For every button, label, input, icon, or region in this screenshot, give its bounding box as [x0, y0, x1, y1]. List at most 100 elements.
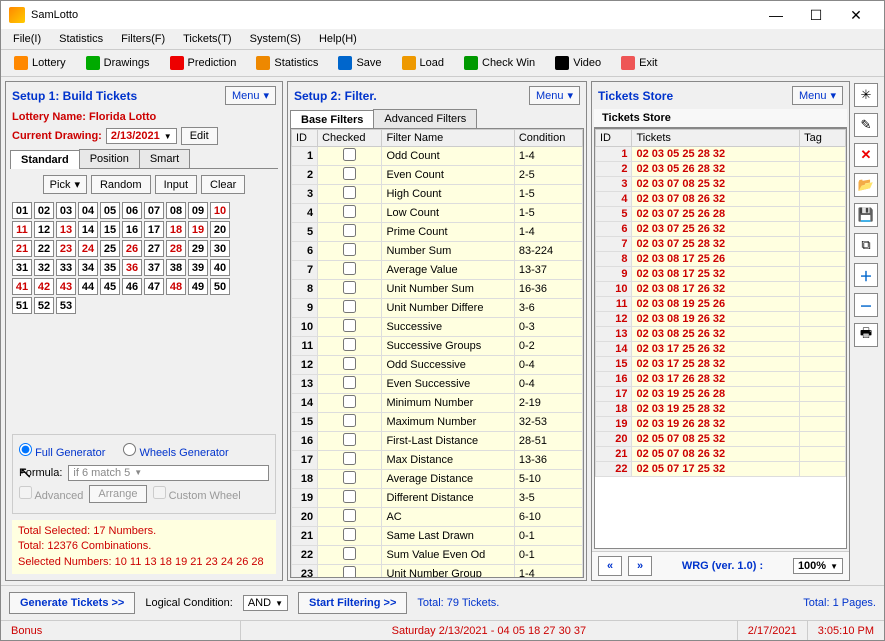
filter-checkbox[interactable]	[343, 319, 356, 332]
ticket-row[interactable]: 102 03 05 25 28 32	[596, 147, 846, 162]
side-open-icon[interactable]: 📂	[854, 173, 878, 197]
tab-position[interactable]: Position	[79, 149, 140, 168]
drawing-date-combo[interactable]: 2/13/2021▼	[106, 128, 177, 144]
filter-checkbox[interactable]	[343, 338, 356, 351]
number-24[interactable]: 24	[78, 240, 98, 257]
ticket-row[interactable]: 2102 05 07 08 26 32	[596, 447, 846, 462]
toolbar-prediction[interactable]: Prediction	[161, 52, 246, 74]
number-42[interactable]: 42	[34, 278, 54, 295]
filter-row[interactable]: 8Unit Number Sum16-36	[292, 280, 583, 299]
filter-row[interactable]: 14Minimum Number2-19	[292, 394, 583, 413]
filter-checkbox[interactable]	[343, 186, 356, 199]
side-print-icon[interactable]: 🖶	[854, 323, 878, 347]
maximize-button[interactable]: ☐	[796, 3, 836, 27]
number-18[interactable]: 18	[166, 221, 186, 238]
number-39[interactable]: 39	[188, 259, 208, 276]
logical-condition-combo[interactable]: AND▼	[243, 595, 288, 611]
ticket-row[interactable]: 2202 05 07 17 25 32	[596, 462, 846, 477]
number-35[interactable]: 35	[100, 259, 120, 276]
filter-row[interactable]: 1Odd Count1-4	[292, 147, 583, 166]
number-7[interactable]: 07	[144, 202, 164, 219]
ticket-row[interactable]: 1202 03 08 19 26 32	[596, 312, 846, 327]
minimize-button[interactable]: —	[756, 3, 796, 27]
wheels-generator-radio[interactable]: Wheels Generator	[123, 443, 228, 459]
ticket-row[interactable]: 902 03 08 17 25 32	[596, 267, 846, 282]
toolbar-statistics[interactable]: Statistics	[247, 52, 327, 74]
input-button[interactable]: Input	[155, 175, 197, 194]
number-23[interactable]: 23	[56, 240, 76, 257]
filter-checkbox[interactable]	[343, 471, 356, 484]
side-new-icon[interactable]: ✳	[854, 83, 878, 107]
number-37[interactable]: 37	[144, 259, 164, 276]
ticket-row[interactable]: 402 03 07 08 26 32	[596, 192, 846, 207]
number-36[interactable]: 36	[122, 259, 142, 276]
filter-checkbox[interactable]	[343, 490, 356, 503]
number-16[interactable]: 16	[122, 221, 142, 238]
filter-row[interactable]: 3High Count1-5	[292, 185, 583, 204]
number-1[interactable]: 01	[12, 202, 32, 219]
toolbar-lottery[interactable]: Lottery	[5, 52, 75, 74]
filter-checkbox[interactable]	[343, 433, 356, 446]
filter-row[interactable]: 12Odd Successive0-4	[292, 356, 583, 375]
number-4[interactable]: 04	[78, 202, 98, 219]
tab-smart[interactable]: Smart	[139, 149, 190, 168]
filter-checkbox[interactable]	[343, 300, 356, 313]
pick-button[interactable]: Pick▾	[43, 175, 87, 194]
ticket-row[interactable]: 1302 03 08 25 26 32	[596, 327, 846, 342]
filter-checkbox[interactable]	[343, 148, 356, 161]
number-53[interactable]: 53	[56, 297, 76, 314]
number-29[interactable]: 29	[188, 240, 208, 257]
filter-row[interactable]: 22Sum Value Even Od0-1	[292, 546, 583, 565]
number-31[interactable]: 31	[12, 259, 32, 276]
filter-row[interactable]: 2Even Count2-5	[292, 166, 583, 185]
zoom-combo[interactable]: 100%▼	[793, 558, 843, 574]
filter-checkbox[interactable]	[343, 205, 356, 218]
toolbar-drawings[interactable]: Drawings	[77, 52, 159, 74]
ticket-row[interactable]: 702 03 07 25 28 32	[596, 237, 846, 252]
filter-checkbox[interactable]	[343, 224, 356, 237]
menu-help[interactable]: Help(H)	[311, 31, 365, 47]
side-add-icon[interactable]: ＋	[854, 263, 878, 287]
number-3[interactable]: 03	[56, 202, 76, 219]
toolbar-video[interactable]: Video	[546, 52, 610, 74]
number-27[interactable]: 27	[144, 240, 164, 257]
number-21[interactable]: 21	[12, 240, 32, 257]
nav-first-button[interactable]: «	[598, 556, 622, 576]
tickets-grid[interactable]: IDTicketsTag102 03 05 25 28 32202 03 05 …	[595, 129, 846, 477]
tab-standard[interactable]: Standard	[10, 150, 80, 169]
number-6[interactable]: 06	[122, 202, 142, 219]
filter-row[interactable]: 6Number Sum83-224	[292, 242, 583, 261]
filter-row[interactable]: 7Average Value13-37	[292, 261, 583, 280]
ticket-row[interactable]: 502 03 07 25 26 28	[596, 207, 846, 222]
generate-tickets-button[interactable]: Generate Tickets >>	[9, 592, 135, 614]
number-34[interactable]: 34	[78, 259, 98, 276]
clear-button[interactable]: Clear	[201, 175, 245, 194]
tab-base-filters[interactable]: Base Filters	[290, 110, 374, 129]
filter-checkbox[interactable]	[343, 262, 356, 275]
number-12[interactable]: 12	[34, 221, 54, 238]
ticket-row[interactable]: 202 03 05 26 28 32	[596, 162, 846, 177]
side-remove-icon[interactable]: －	[854, 293, 878, 317]
ticket-row[interactable]: 1502 03 17 25 28 32	[596, 357, 846, 372]
toolbar-load[interactable]: Load	[393, 52, 453, 74]
number-50[interactable]: 50	[210, 278, 230, 295]
side-edit-icon[interactable]: ✎	[854, 113, 878, 137]
number-22[interactable]: 22	[34, 240, 54, 257]
filter-checkbox[interactable]	[343, 528, 356, 541]
menu-statistics[interactable]: Statistics	[51, 31, 111, 47]
filter-row[interactable]: 17Max Distance13-36	[292, 451, 583, 470]
ticket-row[interactable]: 1802 03 19 25 28 32	[596, 402, 846, 417]
start-filtering-button[interactable]: Start Filtering >>	[298, 592, 407, 614]
menu-system[interactable]: System(S)	[242, 31, 309, 47]
number-44[interactable]: 44	[78, 278, 98, 295]
number-9[interactable]: 09	[188, 202, 208, 219]
number-45[interactable]: 45	[100, 278, 120, 295]
filter-row[interactable]: 13Even Successive0-4	[292, 375, 583, 394]
filter-checkbox[interactable]	[343, 547, 356, 560]
number-48[interactable]: 48	[166, 278, 186, 295]
filter-row[interactable]: 11Successive Groups0-2	[292, 337, 583, 356]
menu-file[interactable]: File(I)	[5, 31, 49, 47]
number-46[interactable]: 46	[122, 278, 142, 295]
filter-grid[interactable]: IDCheckedFilter NameCondition1Odd Count1…	[291, 129, 583, 577]
number-33[interactable]: 33	[56, 259, 76, 276]
